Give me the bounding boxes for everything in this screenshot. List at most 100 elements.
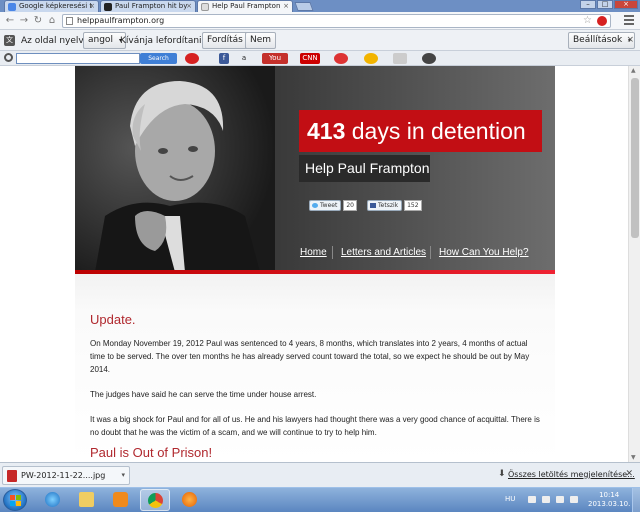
media-player-icon [113, 492, 128, 507]
taskbar-explorer[interactable] [72, 489, 102, 511]
download-item[interactable]: PW-2012-11-22....jpg ▾ [2, 466, 130, 485]
show-all-downloads-link[interactable]: Összes letöltés megjelenítése... [508, 470, 635, 479]
bookmark-star-icon[interactable]: ☆ [583, 15, 592, 27]
windows-logo-icon-part [10, 501, 15, 506]
days-in-detention-banner: 413 days in detention [299, 110, 542, 152]
taskbar-clock[interactable]: 10:14 2013.03.10. [588, 491, 630, 509]
days-count: 413 [307, 118, 346, 144]
tweet-count: 20 [343, 200, 357, 211]
tab-google-images[interactable]: Google képkeresési t × [4, 0, 99, 12]
weather-icon[interactable] [364, 53, 378, 64]
nav-home[interactable]: Home [300, 247, 327, 258]
facebook-icon [370, 203, 376, 208]
maximize-button[interactable]: □ [597, 0, 613, 9]
folder-icon [79, 492, 94, 507]
browser-toolbar: ← → ↻ ⌂ helppaulframpton.org ☆ [0, 12, 640, 30]
toolbar-search-input[interactable] [16, 53, 140, 64]
reload-icon[interactable]: ↻ [32, 15, 44, 26]
nav-letters-and-articles[interactable]: Letters and Articles [341, 247, 426, 258]
translate-question: Kívánja lefordítani? [120, 36, 207, 46]
like-button[interactable]: Tetszik [367, 200, 403, 211]
address-bar[interactable]: helppaulframpton.org ☆ [62, 14, 611, 28]
input-language[interactable]: HU [505, 495, 515, 503]
back-arrow-icon[interactable]: ← [4, 15, 16, 26]
scrollbar-thumb[interactable] [631, 78, 639, 238]
tab-label: Google képkeresési t [19, 2, 93, 10]
update-paragraph-3: It was a big shock for Paul and for all … [90, 415, 540, 437]
close-shelf-icon[interactable]: ✕ [625, 469, 633, 479]
out-of-prison-heading: Paul is Out of Prison! [90, 445, 213, 460]
like-label: Tetszik [378, 202, 399, 209]
tab-paul-frampton-hit[interactable]: Paul Frampton hit by × [100, 0, 196, 12]
taskbar-chrome[interactable] [140, 489, 170, 511]
game-icon[interactable] [334, 53, 348, 64]
translate-settings-button[interactable]: Beállítások ▾ [568, 32, 636, 49]
clock-date: 2013.03.10. [588, 500, 631, 508]
close-tab-icon[interactable]: × [186, 1, 192, 12]
network-icon[interactable] [542, 496, 550, 503]
nav-divider [332, 246, 333, 259]
scroll-up-icon[interactable]: ▲ [631, 67, 636, 74]
new-tab-button[interactable] [294, 2, 314, 11]
nav-divider [430, 246, 431, 259]
paul-frampton-photo [75, 66, 275, 272]
twitter-bird-icon [312, 203, 318, 208]
update-paragraph-1: On Monday November 19, 2012 Paul was sen… [90, 339, 530, 374]
no-translate-button[interactable]: Nem [245, 32, 277, 49]
youtube-icon[interactable]: You [262, 53, 288, 64]
search-toolbar: Search f a You CNN [0, 51, 640, 66]
page-scrollbar[interactable]: ▲ ▼ [628, 66, 640, 462]
toolbar-search-button[interactable]: Search [140, 53, 177, 64]
tray-arrow-icon[interactable] [528, 496, 536, 503]
home-icon[interactable]: ⌂ [46, 15, 58, 26]
translate-bar: 文 Az oldal nyelve angol ▾ Kívánja leford… [0, 30, 640, 51]
like-count: 152 [404, 200, 422, 211]
translate-button[interactable]: Fordítás [202, 32, 248, 49]
tab-help-paul-frampton[interactable]: Help Paul Frampton × [197, 0, 293, 12]
windows-logo-icon-part [16, 495, 21, 500]
taskbar-firefox[interactable] [175, 489, 205, 511]
close-window-button[interactable]: × [614, 0, 638, 9]
volume-icon[interactable] [570, 496, 578, 503]
update-heading: Update. [90, 312, 136, 327]
close-translate-icon[interactable]: × [626, 35, 634, 45]
tweet-button[interactable]: Tweet [309, 200, 342, 211]
tweet-share[interactable]: Tweet 20 [309, 200, 357, 211]
page-viewport: 413 days in detention Help Paul Frampton… [0, 66, 628, 462]
extension-icon[interactable] [597, 16, 607, 26]
mail-icon[interactable] [393, 53, 407, 64]
windows-logo-icon-part [16, 501, 21, 506]
taskbar-media-player[interactable] [106, 489, 136, 511]
facebook-like[interactable]: Tetszik 152 [367, 200, 422, 211]
search-icon [4, 53, 13, 62]
language-value: angol [88, 35, 113, 45]
show-desktop-button[interactable] [632, 488, 640, 512]
page-favicon-icon [201, 3, 209, 11]
download-shelf: PW-2012-11-22....jpg ▾ ⬇ Összes letöltés… [0, 462, 640, 487]
radio-icon[interactable] [422, 53, 436, 64]
scroll-down-icon[interactable]: ▼ [631, 454, 636, 461]
ask-icon[interactable] [185, 53, 199, 64]
amazon-icon[interactable]: a [239, 53, 249, 64]
flag-icon[interactable] [556, 496, 564, 503]
windows-taskbar: HU 10:14 2013.03.10. [0, 487, 640, 512]
help-paul-frampton-title: Help Paul Frampton [299, 155, 430, 182]
close-tab-icon[interactable]: × [89, 1, 95, 12]
taskbar-ie[interactable] [38, 489, 68, 511]
menu-icon[interactable] [624, 15, 634, 25]
main-content: Update. On Monday November 19, 2012 Paul… [75, 274, 555, 462]
tab-label: Paul Frampton hit by [115, 2, 188, 10]
start-button[interactable] [3, 489, 27, 511]
days-text: days in detention [351, 118, 526, 144]
internet-explorer-icon [45, 492, 60, 507]
chevron-down-icon[interactable]: ▾ [121, 467, 125, 484]
translate-icon: 文 [4, 35, 15, 46]
nav-how-can-you-help[interactable]: How Can You Help? [439, 247, 529, 258]
download-arrow-icon: ⬇ [498, 469, 506, 479]
close-tab-icon[interactable]: × [283, 1, 289, 12]
cnn-icon[interactable]: CNN [300, 53, 320, 64]
windows-logo-icon [10, 495, 15, 500]
minimize-button[interactable]: – [580, 0, 596, 9]
forward-arrow-icon[interactable]: → [18, 15, 30, 26]
facebook-icon[interactable]: f [219, 53, 229, 64]
